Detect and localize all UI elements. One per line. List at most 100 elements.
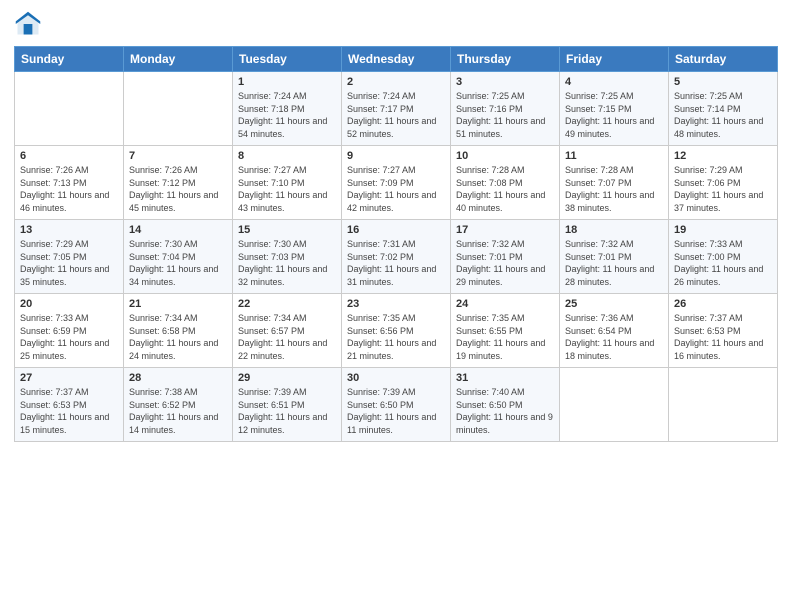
day-number: 15 [238, 224, 336, 236]
header-row: SundayMondayTuesdayWednesdayThursdayFrid… [15, 47, 778, 72]
calendar-cell [124, 72, 233, 146]
day-info: Sunrise: 7:25 AMSunset: 7:16 PMDaylight:… [456, 90, 554, 140]
calendar-cell: 2 Sunrise: 7:24 AMSunset: 7:17 PMDaylight… [342, 72, 451, 146]
calendar-cell: 31 Sunrise: 7:40 AMSunset: 6:50 PMDayligh… [451, 368, 560, 442]
calendar-cell: 14Sunrise: 7:30 AMSunset: 7:04 PMDayligh… [124, 220, 233, 294]
day-number: 12 [674, 150, 772, 162]
day-info: Sunrise: 7:28 AMSunset: 7:08 PMDaylight:… [456, 164, 554, 214]
calendar-table: SundayMondayTuesdayWednesdayThursdayFrid… [14, 46, 778, 442]
day-number: 28 [129, 372, 227, 384]
day-number: 5 [674, 76, 772, 88]
day-info: Sunrise: 7:32 AMSunset: 7:01 PMDaylight:… [565, 238, 663, 288]
day-number: 26 [674, 298, 772, 310]
calendar-cell: 18 Sunrise: 7:32 AMSunset: 7:01 PMDayligh… [560, 220, 669, 294]
day-number: 4 [565, 76, 663, 88]
header [14, 10, 778, 38]
day-info: Sunrise: 7:34 AMSunset: 6:58 PMDaylight:… [129, 312, 227, 362]
calendar-cell: 23 Sunrise: 7:35 AMSunset: 6:56 PMDayligh… [342, 294, 451, 368]
calendar-cell: 19 Sunrise: 7:33 AMSunset: 7:00 PMDayligh… [669, 220, 778, 294]
day-info: Sunrise: 7:35 AMSunset: 6:55 PMDaylight:… [456, 312, 554, 362]
day-number: 24 [456, 298, 554, 310]
day-number: 18 [565, 224, 663, 236]
day-header: Tuesday [233, 47, 342, 72]
logo [14, 10, 46, 38]
day-info: Sunrise: 7:36 AMSunset: 6:54 PMDaylight:… [565, 312, 663, 362]
calendar-cell: 27Sunrise: 7:37 AMSunset: 6:53 PMDayligh… [15, 368, 124, 442]
day-number: 29 [238, 372, 336, 384]
day-info: Sunrise: 7:39 AMSunset: 6:50 PMDaylight:… [347, 386, 445, 436]
calendar-cell: 29 Sunrise: 7:39 AMSunset: 6:51 PMDayligh… [233, 368, 342, 442]
day-header: Monday [124, 47, 233, 72]
calendar-cell: 6 Sunrise: 7:26 AMSunset: 7:13 PMDaylight… [15, 146, 124, 220]
day-info: Sunrise: 7:27 AMSunset: 7:09 PMDaylight:… [347, 164, 445, 214]
calendar-cell: 16Sunrise: 7:31 AMSunset: 7:02 PMDayligh… [342, 220, 451, 294]
day-info: Sunrise: 7:26 AMSunset: 7:12 PMDaylight:… [129, 164, 227, 214]
day-info: Sunrise: 7:37 AMSunset: 6:53 PMDaylight:… [20, 386, 118, 436]
calendar-row: 20Sunrise: 7:33 AMSunset: 6:59 PMDayligh… [15, 294, 778, 368]
day-info: Sunrise: 7:40 AMSunset: 6:50 PMDaylight:… [456, 386, 554, 436]
calendar-row: 1 Sunrise: 7:24 AMSunset: 7:18 PMDaylight… [15, 72, 778, 146]
day-info: Sunrise: 7:29 AMSunset: 7:06 PMDaylight:… [674, 164, 772, 214]
day-number: 19 [674, 224, 772, 236]
calendar-cell: 24 Sunrise: 7:35 AMSunset: 6:55 PMDayligh… [451, 294, 560, 368]
day-info: Sunrise: 7:26 AMSunset: 7:13 PMDaylight:… [20, 164, 118, 214]
day-header: Wednesday [342, 47, 451, 72]
day-number: 11 [565, 150, 663, 162]
calendar-cell: 20Sunrise: 7:33 AMSunset: 6:59 PMDayligh… [15, 294, 124, 368]
day-number: 17 [456, 224, 554, 236]
day-number: 21 [129, 298, 227, 310]
day-info: Sunrise: 7:24 AMSunset: 7:18 PMDaylight:… [238, 90, 336, 140]
calendar-cell: 21 Sunrise: 7:34 AMSunset: 6:58 PMDayligh… [124, 294, 233, 368]
calendar-cell: 15Sunrise: 7:30 AMSunset: 7:03 PMDayligh… [233, 220, 342, 294]
day-number: 23 [347, 298, 445, 310]
calendar-cell: 4 Sunrise: 7:25 AMSunset: 7:15 PMDaylight… [560, 72, 669, 146]
day-info: Sunrise: 7:37 AMSunset: 6:53 PMDaylight:… [674, 312, 772, 362]
day-number: 3 [456, 76, 554, 88]
day-header: Thursday [451, 47, 560, 72]
calendar-cell: 9 Sunrise: 7:27 AMSunset: 7:09 PMDaylight… [342, 146, 451, 220]
calendar-cell: 25 Sunrise: 7:36 AMSunset: 6:54 PMDayligh… [560, 294, 669, 368]
day-info: Sunrise: 7:33 AMSunset: 6:59 PMDaylight:… [20, 312, 118, 362]
day-info: Sunrise: 7:34 AMSunset: 6:57 PMDaylight:… [238, 312, 336, 362]
calendar-cell: 8 Sunrise: 7:27 AMSunset: 7:10 PMDaylight… [233, 146, 342, 220]
day-number: 8 [238, 150, 336, 162]
calendar-cell [15, 72, 124, 146]
calendar-row: 6 Sunrise: 7:26 AMSunset: 7:13 PMDaylight… [15, 146, 778, 220]
calendar-cell: 1 Sunrise: 7:24 AMSunset: 7:18 PMDaylight… [233, 72, 342, 146]
calendar-cell: 10 Sunrise: 7:28 AMSunset: 7:08 PMDayligh… [451, 146, 560, 220]
day-info: Sunrise: 7:35 AMSunset: 6:56 PMDaylight:… [347, 312, 445, 362]
calendar-cell: 5 Sunrise: 7:25 AMSunset: 7:14 PMDaylight… [669, 72, 778, 146]
day-number: 7 [129, 150, 227, 162]
logo-icon [14, 10, 42, 38]
day-info: Sunrise: 7:30 AMSunset: 7:04 PMDaylight:… [129, 238, 227, 288]
calendar-cell: 22 Sunrise: 7:34 AMSunset: 6:57 PMDayligh… [233, 294, 342, 368]
day-number: 25 [565, 298, 663, 310]
calendar-cell [669, 368, 778, 442]
calendar-cell: 11Sunrise: 7:28 AMSunset: 7:07 PMDayligh… [560, 146, 669, 220]
day-number: 22 [238, 298, 336, 310]
day-number: 31 [456, 372, 554, 384]
day-info: Sunrise: 7:39 AMSunset: 6:51 PMDaylight:… [238, 386, 336, 436]
day-header: Saturday [669, 47, 778, 72]
day-info: Sunrise: 7:27 AMSunset: 7:10 PMDaylight:… [238, 164, 336, 214]
day-number: 30 [347, 372, 445, 384]
day-number: 2 [347, 76, 445, 88]
calendar-row: 13Sunrise: 7:29 AMSunset: 7:05 PMDayligh… [15, 220, 778, 294]
calendar-cell: 7 Sunrise: 7:26 AMSunset: 7:12 PMDaylight… [124, 146, 233, 220]
calendar-cell: 13Sunrise: 7:29 AMSunset: 7:05 PMDayligh… [15, 220, 124, 294]
day-info: Sunrise: 7:25 AMSunset: 7:14 PMDaylight:… [674, 90, 772, 140]
day-header: Friday [560, 47, 669, 72]
calendar-cell: 30 Sunrise: 7:39 AMSunset: 6:50 PMDayligh… [342, 368, 451, 442]
day-number: 10 [456, 150, 554, 162]
day-number: 6 [20, 150, 118, 162]
calendar-cell: 17 Sunrise: 7:32 AMSunset: 7:01 PMDayligh… [451, 220, 560, 294]
calendar-cell: 3 Sunrise: 7:25 AMSunset: 7:16 PMDaylight… [451, 72, 560, 146]
day-number: 1 [238, 76, 336, 88]
day-info: Sunrise: 7:32 AMSunset: 7:01 PMDaylight:… [456, 238, 554, 288]
day-info: Sunrise: 7:38 AMSunset: 6:52 PMDaylight:… [129, 386, 227, 436]
day-info: Sunrise: 7:25 AMSunset: 7:15 PMDaylight:… [565, 90, 663, 140]
calendar-cell [560, 368, 669, 442]
day-number: 9 [347, 150, 445, 162]
day-info: Sunrise: 7:24 AMSunset: 7:17 PMDaylight:… [347, 90, 445, 140]
day-info: Sunrise: 7:33 AMSunset: 7:00 PMDaylight:… [674, 238, 772, 288]
